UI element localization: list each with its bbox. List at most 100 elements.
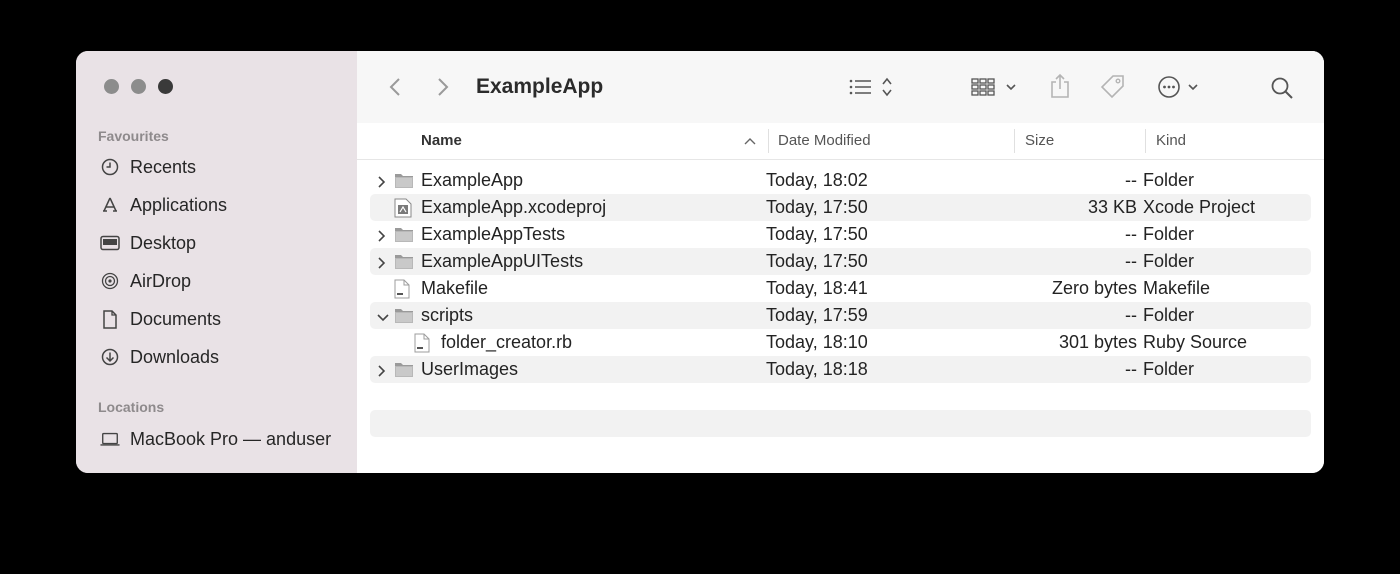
chevron-left-icon <box>389 78 400 96</box>
empty-row <box>370 410 1311 437</box>
clock-icon <box>100 157 120 177</box>
close-button[interactable] <box>104 79 119 94</box>
sidebar-item-label: AirDrop <box>130 270 192 291</box>
file-row[interactable]: ExampleAppTests Today, 17:50 -- Folder <box>370 221 1311 248</box>
file-kind: Ruby Source <box>1143 332 1248 352</box>
toolbar: ExampleApp <box>357 51 1324 124</box>
sidebar-item-label: Desktop <box>130 232 197 253</box>
more-actions-button[interactable] <box>1157 75 1205 99</box>
file-kind: Folder <box>1143 170 1195 190</box>
file-icon <box>414 333 434 353</box>
tag-icon <box>1100 75 1124 99</box>
sidebar: Favourites Recents Applications Desktop … <box>76 51 357 473</box>
file-date: Today, 17:50 <box>766 197 868 217</box>
folder-icon <box>394 171 414 189</box>
disclosure-expanded-icon[interactable] <box>376 308 389 322</box>
file-name: Makefile <box>421 278 489 298</box>
desktop-icon <box>100 233 120 253</box>
file-size: -- <box>1125 359 1137 379</box>
file-date: Today, 18:41 <box>766 278 868 298</box>
minimize-button[interactable] <box>131 79 146 94</box>
disclosure-collapsed-icon[interactable] <box>376 362 388 377</box>
back-button[interactable] <box>385 75 405 99</box>
file-row[interactable]: ExampleApp.xcodeproj Today, 17:50 33 KB Xco… <box>370 194 1311 221</box>
column-header: Name Date Modified Size Kind <box>357 123 1324 160</box>
sidebar-item-applications[interactable]: Applications <box>100 191 227 219</box>
file-kind: Makefile <box>1143 278 1211 298</box>
file-date: Today, 17:59 <box>766 305 868 325</box>
file-date: Today, 17:50 <box>766 251 868 271</box>
folder-icon <box>394 252 414 270</box>
column-date[interactable]: Date Modified <box>778 132 871 149</box>
group-button[interactable] <box>971 75 1021 99</box>
file-size: -- <box>1125 305 1137 325</box>
file-row[interactable]: ExampleApp Today, 18:02 -- Folder <box>370 167 1311 194</box>
file-row[interactable]: folder_creator.rb Today, 18:10 301 bytes Ru… <box>370 329 1311 356</box>
locations-section-title: Locations <box>98 399 165 415</box>
column-kind[interactable]: Kind <box>1156 132 1186 149</box>
disclosure-collapsed-icon[interactable] <box>376 173 388 188</box>
disclosure-collapsed-icon[interactable] <box>376 254 388 269</box>
grid-icon <box>971 78 1016 96</box>
file-name: folder_creator.rb <box>441 332 573 352</box>
file-kind: Xcode Project <box>1143 197 1256 217</box>
file-date: Today, 18:10 <box>766 332 868 352</box>
applications-icon <box>100 195 120 215</box>
sidebar-item-downloads[interactable]: Downloads <box>100 343 219 371</box>
list-view-icon <box>849 77 892 97</box>
search-button[interactable] <box>1269 75 1295 101</box>
column-name[interactable]: Name <box>421 132 462 149</box>
sidebar-item-label: Documents <box>130 308 222 329</box>
file-size: -- <box>1125 224 1137 244</box>
sidebar-item-label: MacBook Pro — anduser <box>130 428 332 449</box>
file-row[interactable]: ExampleAppUITests Today, 17:50 -- Folder <box>370 248 1311 275</box>
favourites-section-title: Favourites <box>98 128 169 144</box>
sidebar-item-documents[interactable]: Documents <box>100 305 221 333</box>
share-icon <box>1051 73 1069 98</box>
sidebar-item-desktop[interactable]: Desktop <box>100 229 196 257</box>
file-size: -- <box>1125 251 1137 271</box>
document-icon <box>100 309 120 329</box>
file-kind: Folder <box>1143 251 1195 271</box>
view-mode-button[interactable] <box>847 75 901 99</box>
zoom-button[interactable] <box>158 79 173 94</box>
airdrop-icon <box>100 271 120 291</box>
xcode-project-icon <box>394 198 414 218</box>
file-date: Today, 18:18 <box>766 359 868 379</box>
folder-icon <box>394 306 414 324</box>
sidebar-item-label: Recents <box>130 156 197 177</box>
sidebar-item-macbook[interactable]: MacBook Pro — anduser <box>100 425 331 453</box>
file-name: ExampleApp.xcodeproj <box>421 197 607 217</box>
ellipsis-circle-icon <box>1158 76 1198 98</box>
file-row[interactable]: UserImages Today, 18:18 -- Folder <box>370 356 1311 383</box>
file-icon <box>394 279 414 299</box>
file-name: ExampleAppTests <box>421 224 566 244</box>
file-name: UserImages <box>421 359 519 379</box>
chevron-right-icon <box>438 78 449 96</box>
file-size: -- <box>1125 170 1137 190</box>
file-kind: Folder <box>1143 359 1195 379</box>
search-icon <box>1271 77 1293 99</box>
share-button[interactable] <box>1049 73 1071 99</box>
file-name: ExampleApp <box>421 170 524 190</box>
folder-icon <box>394 360 414 378</box>
file-size: Zero bytes <box>1051 278 1137 298</box>
window-title: ExampleApp <box>476 75 604 98</box>
file-name: scripts <box>421 305 474 325</box>
column-size[interactable]: Size <box>1025 132 1054 149</box>
tag-button[interactable] <box>1099 74 1127 100</box>
laptop-icon <box>100 429 120 449</box>
sidebar-item-label: Downloads <box>130 346 220 367</box>
file-row[interactable]: Makefile Today, 18:41 Zero bytes Makefile <box>370 275 1311 302</box>
file-name: ExampleAppUITests <box>421 251 584 271</box>
sidebar-item-recents[interactable]: Recents <box>100 153 196 181</box>
file-kind: Folder <box>1143 224 1195 244</box>
disclosure-collapsed-icon[interactable] <box>376 227 388 242</box>
file-list: ExampleApp Today, 18:02 -- Folder ExampleApp… <box>370 167 1311 383</box>
folder-icon <box>394 225 414 243</box>
file-row[interactable]: scripts Today, 17:59 -- Folder <box>370 302 1311 329</box>
file-size: 33 KB <box>1087 197 1137 217</box>
file-size: 301 bytes <box>1058 332 1137 352</box>
forward-button[interactable] <box>433 75 453 99</box>
sidebar-item-airdrop[interactable]: AirDrop <box>100 267 191 295</box>
